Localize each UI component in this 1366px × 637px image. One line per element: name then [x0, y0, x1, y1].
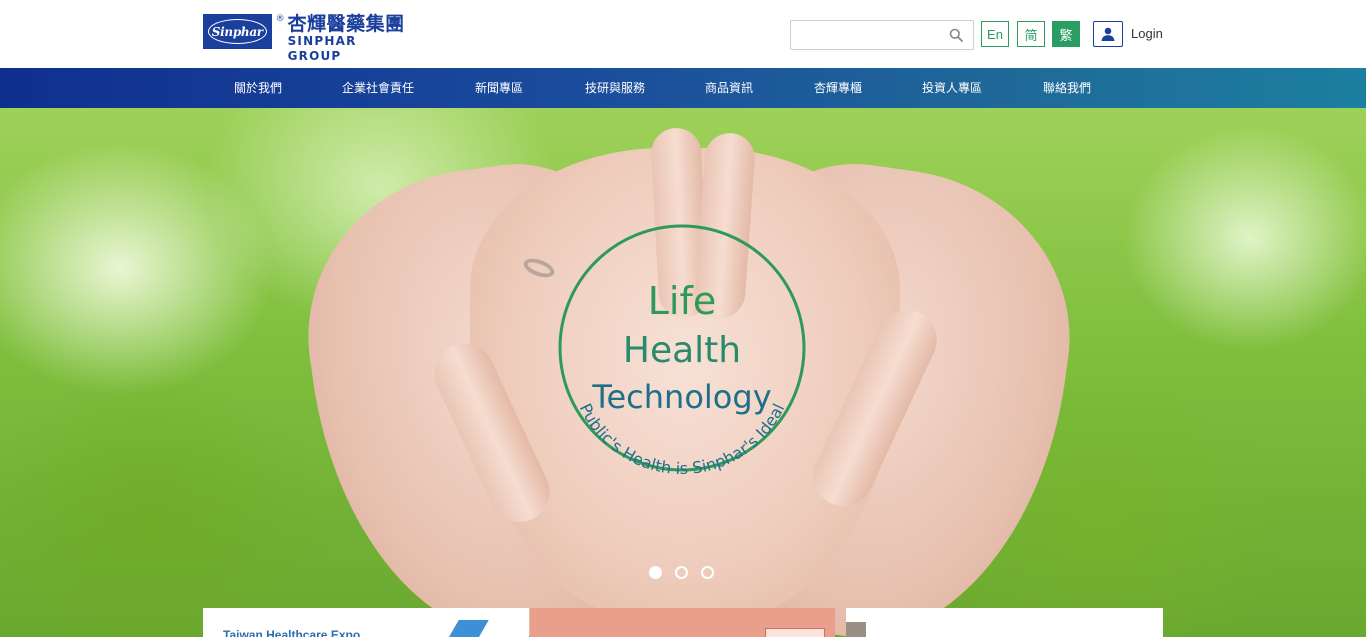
language-simplified-button[interactable]: 简 — [1017, 21, 1045, 47]
nav-item-contact[interactable]: 聯絡我們 — [1043, 68, 1091, 108]
nav-item-products[interactable]: 商品資訊 — [705, 68, 753, 108]
promo-card-middle[interactable] — [530, 608, 835, 637]
promo-card-expo-graphic — [447, 620, 489, 637]
nav-item-investors[interactable]: 投資人專區 — [922, 68, 982, 108]
carousel-dot-1[interactable] — [649, 566, 662, 579]
logo-chinese-name: 杏輝醫藥集團 — [287, 13, 405, 35]
promo-card-expo[interactable]: Taiwan Healthcare Expo — [203, 608, 529, 637]
search-icon[interactable] — [949, 28, 963, 42]
logo-badge: Sinphar — [203, 14, 272, 49]
search-input[interactable] — [791, 21, 941, 49]
seal-line-technology: Technology — [591, 378, 771, 416]
language-traditional-button[interactable]: 繁 — [1052, 21, 1080, 47]
main-navigation: 關於我們 企業社會責任 新聞專區 技研與服務 商品資訊 杏輝專櫃 投資人專區 聯… — [0, 68, 1366, 108]
hero-banner[interactable]: Life Health Technology Public's Health i… — [0, 108, 1366, 637]
nav-item-about[interactable]: 關於我們 — [234, 68, 282, 108]
seal-line-health: Health — [623, 330, 741, 371]
site-header: Sinphar ® 杏輝醫藥集團 SINPHAR GROUP En 简 繁 Lo… — [0, 0, 1366, 68]
logo-english-name: SINPHAR GROUP — [287, 34, 357, 63]
nav-item-csr[interactable]: 企業社會責任 — [342, 68, 414, 108]
promo-card-right[interactable] — [846, 608, 1163, 637]
login-link[interactable]: Login — [1131, 26, 1163, 41]
nav-item-news[interactable]: 新聞專區 — [475, 68, 523, 108]
carousel-dot-3[interactable] — [701, 566, 714, 579]
user-icon[interactable] — [1093, 21, 1123, 47]
promo-card-right-graphic — [846, 622, 866, 637]
promo-card-expo-title: Taiwan Healthcare Expo — [223, 628, 361, 637]
registered-mark: ® — [275, 14, 285, 24]
sinphar-logo[interactable]: Sinphar ® 杏輝醫藥集團 SINPHAR GROUP — [203, 14, 413, 63]
life-health-technology-seal: Life Health Technology Public's Health i… — [558, 224, 806, 474]
nav-item-counter[interactable]: 杏輝專櫃 — [814, 68, 862, 108]
language-english-button[interactable]: En — [981, 21, 1009, 47]
nav-item-research[interactable]: 技研與服務 — [585, 68, 645, 108]
person-icon — [1101, 27, 1115, 41]
logo-wordmark: 杏輝醫藥集團 SINPHAR GROUP — [288, 14, 413, 64]
logo-badge-text: Sinphar — [211, 24, 263, 39]
promo-card-middle-graphic — [765, 628, 825, 637]
carousel-dot-2[interactable] — [675, 566, 688, 579]
search-box — [790, 20, 974, 50]
seal-line-life: Life — [648, 279, 717, 323]
carousel-indicators — [649, 566, 714, 579]
